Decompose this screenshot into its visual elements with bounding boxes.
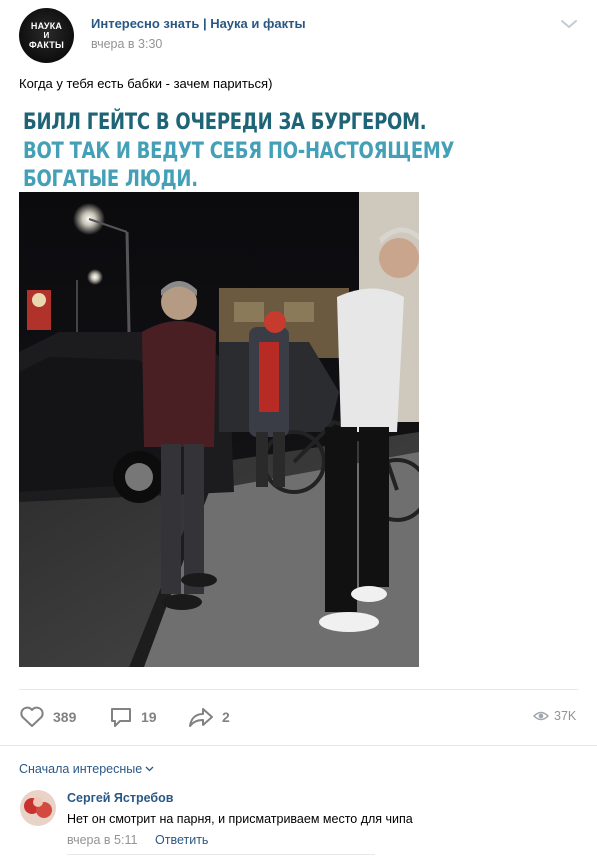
views-counter: 37K bbox=[533, 709, 576, 723]
comment-text: Нет он смотрит на парня, и присматриваем… bbox=[67, 812, 413, 826]
commenter-avatar[interactable] bbox=[20, 790, 56, 826]
comment-time[interactable]: вчера в 5:11 bbox=[67, 833, 137, 847]
group-avatar[interactable]: НАУКА И ФАКТЫ bbox=[19, 8, 74, 63]
chevron-down-icon[interactable] bbox=[560, 16, 578, 32]
eye-icon bbox=[533, 711, 549, 721]
like-count: 389 bbox=[53, 709, 77, 725]
comment-count: 19 bbox=[141, 709, 157, 725]
caption-line-3: БОГАТЫЕ ЛЮДИ. bbox=[23, 166, 198, 192]
avatar-text-line: И bbox=[43, 31, 50, 40]
avatar-text-line: ФАКТЫ bbox=[29, 40, 64, 50]
chevron-down-icon bbox=[145, 766, 154, 772]
post-photo[interactable] bbox=[19, 192, 419, 667]
share-arrow-icon bbox=[189, 708, 213, 727]
heart-icon bbox=[20, 706, 44, 727]
comment-author[interactable]: Сергей Ястребов bbox=[67, 791, 173, 805]
views-count: 37K bbox=[554, 709, 577, 723]
sort-label: Сначала интересные bbox=[19, 762, 143, 776]
share-button[interactable]: 2 bbox=[188, 705, 230, 729]
comment-sort-dropdown[interactable]: Сначала интересные bbox=[19, 762, 154, 776]
reply-button[interactable]: Ответить bbox=[155, 833, 208, 847]
share-count: 2 bbox=[222, 709, 230, 725]
divider bbox=[0, 745, 597, 746]
divider bbox=[19, 689, 578, 690]
avatar-text-line: НАУКА bbox=[30, 21, 63, 31]
post-image-caption: БИЛЛ ГЕЙТС В ОЧЕРЕДИ ЗА БУРГЕРОМ. ВОТ ТА… bbox=[19, 103, 454, 193]
post-text: Когда у тебя есть бабки - зачем париться… bbox=[19, 76, 273, 91]
divider bbox=[67, 854, 375, 855]
comment-bubble-icon bbox=[111, 708, 131, 727]
caption-line-1: БИЛЛ ГЕЙТС В ОЧЕРЕДИ ЗА БУРГЕРОМ. bbox=[23, 109, 427, 135]
group-name-link[interactable]: Интересно знать | Наука и факты bbox=[91, 16, 306, 31]
post-time[interactable]: вчера в 3:30 bbox=[91, 37, 162, 51]
comment-button[interactable]: 19 bbox=[109, 705, 157, 729]
like-button[interactable]: 389 bbox=[19, 705, 76, 729]
caption-line-2: ВОТ ТАК И ВЕДУТ СЕБЯ ПО-НАСТОЯЩЕМУ bbox=[23, 138, 455, 164]
